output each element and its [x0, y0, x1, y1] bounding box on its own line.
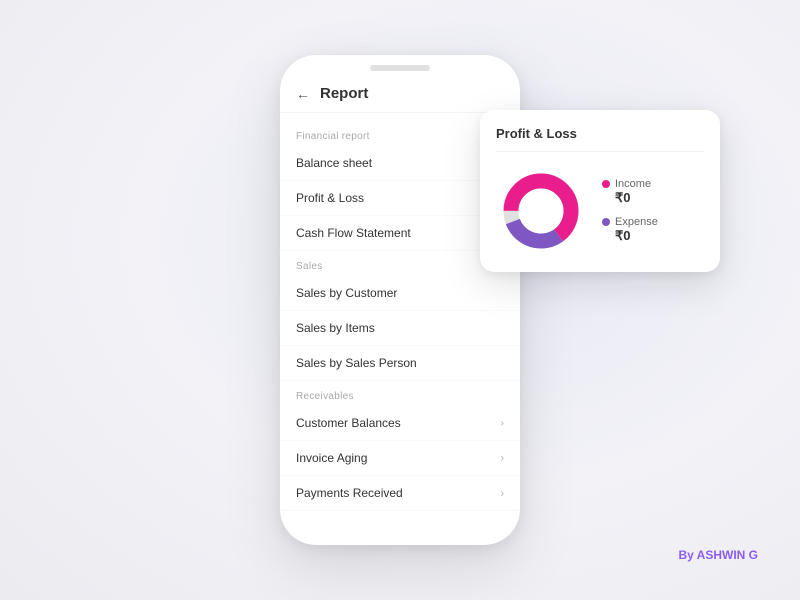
legend-expense-label: Expense — [602, 216, 658, 228]
back-button[interactable]: ← — [296, 86, 310, 102]
legend: Income ₹0 Expense ₹0 — [602, 178, 658, 244]
menu-item-label: Profit & Loss — [296, 191, 364, 205]
pl-card-body: Income ₹0 Expense ₹0 — [496, 166, 704, 256]
menu-item-customer-balances[interactable]: Customer Balances › — [280, 406, 520, 441]
legend-income: Income ₹0 — [602, 178, 658, 206]
chevron-icon: › — [501, 418, 504, 429]
menu-item-sales-person[interactable]: Sales by Sales Person — [280, 346, 520, 381]
menu-item-label: Sales by Customer — [296, 286, 397, 300]
donut-svg — [496, 166, 586, 256]
expense-value: ₹0 — [615, 228, 658, 244]
donut-chart — [496, 166, 586, 256]
income-dot — [602, 180, 610, 188]
menu-item-label: Sales by Items — [296, 321, 375, 335]
menu-item-invoice-aging[interactable]: Invoice Aging › — [280, 441, 520, 476]
expense-dot — [602, 218, 610, 226]
pl-card-title: Profit & Loss — [496, 126, 704, 152]
page-title: Report — [320, 85, 368, 102]
menu-item-label: Cash Flow Statement — [296, 226, 411, 240]
screen-header: ← Report — [280, 71, 520, 113]
legend-expense: Expense ₹0 — [602, 216, 658, 244]
menu-item-label: Invoice Aging — [296, 451, 367, 465]
legend-income-label: Income — [602, 178, 658, 190]
menu-item-sales-customer[interactable]: Sales by Customer — [280, 276, 520, 311]
chevron-icon: › — [501, 453, 504, 464]
profit-loss-card: Profit & Loss — [480, 110, 720, 272]
watermark: By ASHWIN G — [678, 548, 758, 562]
scene: ← Report Financial report Balance sheet … — [20, 20, 780, 580]
menu-item-payments-received[interactable]: Payments Received › — [280, 476, 520, 511]
section-label-receivables: Receivables — [280, 381, 520, 406]
menu-item-label: Payments Received — [296, 486, 403, 500]
income-value: ₹0 — [615, 190, 658, 206]
menu-item-label: Balance sheet — [296, 156, 372, 170]
menu-item-sales-items[interactable]: Sales by Items — [280, 311, 520, 346]
menu-item-label: Customer Balances — [296, 416, 401, 430]
menu-item-label: Sales by Sales Person — [296, 356, 417, 370]
chevron-icon: › — [501, 488, 504, 499]
